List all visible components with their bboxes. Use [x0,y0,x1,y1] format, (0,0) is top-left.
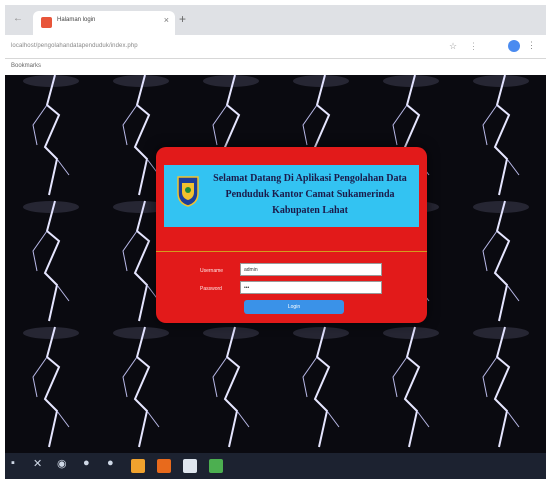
bookmark-star-icon[interactable]: ☆ [449,41,457,52]
lightning-bolt [293,326,349,448]
welcome-line-2: Penduduk Kantor Camat Sukamerinda [225,189,395,200]
login-card-header: Selamat Datang Di Aplikasi Pengolahan Da… [164,165,419,227]
password-input[interactable] [240,281,382,294]
url-text[interactable]: localhost/pengolahandatapenduduk/index.p… [11,43,138,49]
lightning-bolt [23,200,79,322]
lightning-bolt [113,326,169,448]
lightning-bolt [23,75,79,196]
new-tab-button[interactable]: + [179,12,186,26]
lightning-bolt [23,326,79,448]
tab-favicon-icon [41,17,52,28]
bookmarks-bar: Bookmarks [5,59,546,75]
tab-title: Halaman login [57,17,96,23]
username-input[interactable] [240,263,382,276]
lightning-bolt [473,75,529,196]
back-icon[interactable]: ← [13,13,23,24]
lightning-bolt [473,326,529,448]
address-bar[interactable]: localhost/pengolahandatapenduduk/index.p… [5,35,546,59]
bookmarks-label[interactable]: Bookmarks [11,63,41,69]
lightning-bolt [473,200,529,322]
task-view-icon[interactable]: ◉ [57,457,67,470]
taskbar: ▪ ✕ ◉ ● ● [5,453,546,479]
lightning-bolt [203,326,259,448]
app-taskbar-icon[interactable] [209,459,223,473]
welcome-line-3: Kabupaten Lahat [272,205,348,216]
extensions-icon[interactable]: ⋮ [469,41,478,52]
screen-photo: ← Halaman login × + localhost/pengolahan… [5,5,546,479]
login-card: Selamat Datang Di Aplikasi Pengolahan Da… [156,147,427,323]
browser-tab-bar: ← Halaman login × + [5,5,546,35]
edge-taskbar-icon[interactable]: ● [107,457,114,469]
welcome-text: Selamat Datang Di Aplikasi Pengolahan Da… [210,171,410,219]
welcome-line-1: Selamat Datang Di Aplikasi Pengolahan Da… [213,173,407,184]
windows-start-icon[interactable]: ▪ [11,457,15,469]
username-label: Username [200,268,224,274]
folder-taskbar-icon[interactable] [183,459,197,473]
chrome-taskbar-icon[interactable]: ● [83,457,90,469]
browser-menu-icon[interactable]: ⋮ [527,40,536,51]
explorer-taskbar-icon[interactable] [131,459,145,473]
profile-avatar-icon[interactable] [508,40,520,52]
card-divider [156,251,427,252]
lightning-bolt [383,326,439,448]
tab-close-icon[interactable]: × [164,15,169,25]
regency-logo-icon [177,176,199,207]
login-button[interactable]: Login [244,300,344,314]
browser-tab[interactable]: Halaman login × [33,11,175,35]
xampp-taskbar-icon[interactable] [157,459,171,473]
password-label: Password [200,286,222,292]
taskbar-search-icon[interactable]: ✕ [33,457,42,470]
